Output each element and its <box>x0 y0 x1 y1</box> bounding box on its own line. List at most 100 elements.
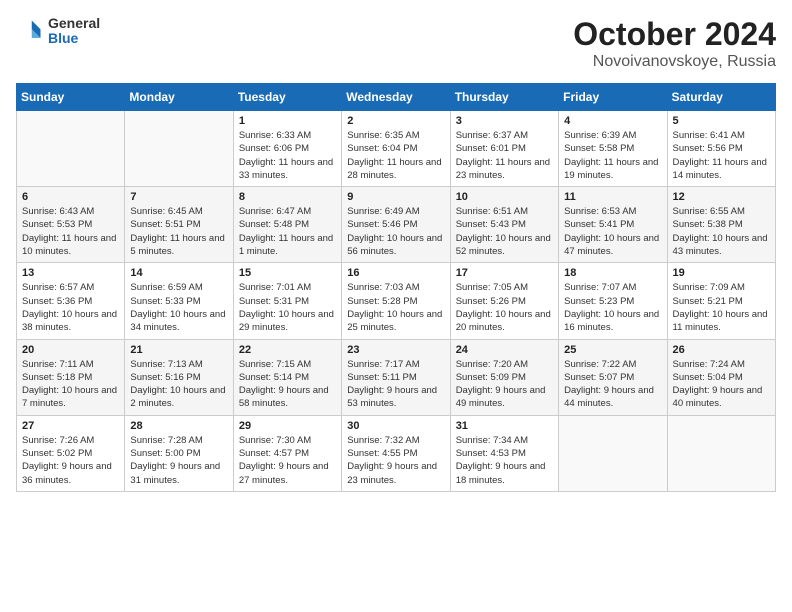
calendar-cell: 1Sunrise: 6:33 AMSunset: 6:06 PMDaylight… <box>233 111 341 187</box>
calendar-cell: 19 Sunrise: 7:09 AMSunset: 5:21 PMDayligh… <box>667 263 775 339</box>
calendar-week-row: 20 Sunrise: 7:11 AMSunset: 5:18 PMDayligh… <box>17 339 776 415</box>
calendar-week-row: 27 Sunrise: 7:26 AMSunset: 5:02 PMDayligh… <box>17 415 776 491</box>
calendar-cell: 13 Sunrise: 6:57 AMSunset: 5:36 PMDayligh… <box>17 263 125 339</box>
calendar-cell: 23 Sunrise: 7:17 AMSunset: 5:11 PMDayligh… <box>342 339 450 415</box>
day-info: Sunrise: 6:49 AMSunset: 5:46 PMDaylight:… <box>347 205 444 258</box>
day-number: 5 <box>673 115 770 127</box>
calendar-cell: 20 Sunrise: 7:11 AMSunset: 5:18 PMDayligh… <box>17 339 125 415</box>
weekday-header: Monday <box>125 84 233 111</box>
day-info: Sunrise: 7:07 AMSunset: 5:23 PMDaylight:… <box>564 281 661 334</box>
calendar-cell: 12 Sunrise: 6:55 AMSunset: 5:38 PMDayligh… <box>667 187 775 263</box>
day-info: Sunrise: 7:05 AMSunset: 5:26 PMDaylight:… <box>456 281 553 334</box>
day-number: 2 <box>347 115 444 127</box>
calendar-week-row: 13 Sunrise: 6:57 AMSunset: 5:36 PMDayligh… <box>17 263 776 339</box>
calendar-cell: 31Sunrise: 7:34 AMSunset: 4:53 PMDayligh… <box>450 415 558 491</box>
day-number: 9 <box>347 191 444 203</box>
calendar-table: SundayMondayTuesdayWednesdayThursdayFrid… <box>16 83 776 492</box>
calendar-cell <box>559 415 667 491</box>
day-number: 24 <box>456 344 553 356</box>
page-header: General Blue October 2024 Novoivanovskoy… <box>16 16 776 71</box>
calendar-cell: 14 Sunrise: 6:59 AMSunset: 5:33 PMDayligh… <box>125 263 233 339</box>
day-info: Sunrise: 6:59 AMSunset: 5:33 PMDaylight:… <box>130 281 227 334</box>
day-info: Sunrise: 6:39 AMSunset: 5:58 PMDaylight:… <box>564 129 661 182</box>
day-info: Sunrise: 7:24 AMSunset: 5:04 PMDaylight:… <box>673 358 770 411</box>
day-number: 3 <box>456 115 553 127</box>
calendar-cell: 15Sunrise: 7:01 AMSunset: 5:31 PMDayligh… <box>233 263 341 339</box>
day-number: 18 <box>564 267 661 279</box>
weekday-header: Tuesday <box>233 84 341 111</box>
day-info: Sunrise: 6:35 AMSunset: 6:04 PMDaylight:… <box>347 129 444 182</box>
calendar-cell <box>17 111 125 187</box>
calendar-week-row: 6Sunrise: 6:43 AMSunset: 5:53 PMDaylight… <box>17 187 776 263</box>
day-number: 20 <box>22 344 119 356</box>
day-number: 16 <box>347 267 444 279</box>
calendar-cell: 18 Sunrise: 7:07 AMSunset: 5:23 PMDayligh… <box>559 263 667 339</box>
calendar-cell <box>667 415 775 491</box>
calendar-week-row: 1Sunrise: 6:33 AMSunset: 6:06 PMDaylight… <box>17 111 776 187</box>
day-number: 11 <box>564 191 661 203</box>
calendar-cell: 16 Sunrise: 7:03 AMSunset: 5:28 PMDayligh… <box>342 263 450 339</box>
day-info: Sunrise: 7:32 AMSunset: 4:55 PMDaylight:… <box>347 434 444 487</box>
calendar-cell: 21 Sunrise: 7:13 AMSunset: 5:16 PMDayligh… <box>125 339 233 415</box>
day-info: Sunrise: 6:55 AMSunset: 5:38 PMDaylight:… <box>673 205 770 258</box>
calendar-cell: 22 Sunrise: 7:15 AMSunset: 5:14 PMDayligh… <box>233 339 341 415</box>
day-number: 10 <box>456 191 553 203</box>
day-number: 26 <box>673 344 770 356</box>
day-number: 29 <box>239 420 336 432</box>
day-number: 30 <box>347 420 444 432</box>
day-number: 8 <box>239 191 336 203</box>
day-info: Sunrise: 7:09 AMSunset: 5:21 PMDaylight:… <box>673 281 770 334</box>
day-number: 17 <box>456 267 553 279</box>
weekday-row: SundayMondayTuesdayWednesdayThursdayFrid… <box>17 84 776 111</box>
day-number: 14 <box>130 267 227 279</box>
calendar-cell: 9 Sunrise: 6:49 AMSunset: 5:46 PMDaylight… <box>342 187 450 263</box>
calendar-cell: 26 Sunrise: 7:24 AMSunset: 5:04 PMDayligh… <box>667 339 775 415</box>
title-block: October 2024 Novoivanovskoye, Russia <box>573 16 776 71</box>
day-number: 23 <box>347 344 444 356</box>
day-info: Sunrise: 6:41 AMSunset: 5:56 PMDaylight:… <box>673 129 770 182</box>
day-info: Sunrise: 7:03 AMSunset: 5:28 PMDaylight:… <box>347 281 444 334</box>
logo-general: General <box>48 16 100 31</box>
day-info: Sunrise: 7:11 AMSunset: 5:18 PMDaylight:… <box>22 358 119 411</box>
day-number: 4 <box>564 115 661 127</box>
location-title: Novoivanovskoye, Russia <box>573 53 776 71</box>
logo-blue: Blue <box>48 31 100 46</box>
day-number: 25 <box>564 344 661 356</box>
calendar-cell: 29 Sunrise: 7:30 AMSunset: 4:57 PMDayligh… <box>233 415 341 491</box>
day-number: 27 <box>22 420 119 432</box>
weekday-header: Wednesday <box>342 84 450 111</box>
day-info: Sunrise: 7:20 AMSunset: 5:09 PMDaylight:… <box>456 358 553 411</box>
day-number: 21 <box>130 344 227 356</box>
day-number: 13 <box>22 267 119 279</box>
day-info: Sunrise: 7:26 AMSunset: 5:02 PMDaylight:… <box>22 434 119 487</box>
day-number: 15 <box>239 267 336 279</box>
logo-icon <box>16 17 44 45</box>
calendar-header: SundayMondayTuesdayWednesdayThursdayFrid… <box>17 84 776 111</box>
day-number: 19 <box>673 267 770 279</box>
calendar-cell: 3Sunrise: 6:37 AMSunset: 6:01 PMDaylight… <box>450 111 558 187</box>
calendar-cell: 11 Sunrise: 6:53 AMSunset: 5:41 PMDayligh… <box>559 187 667 263</box>
day-info: Sunrise: 7:17 AMSunset: 5:11 PMDaylight:… <box>347 358 444 411</box>
calendar-cell: 28 Sunrise: 7:28 AMSunset: 5:00 PMDayligh… <box>125 415 233 491</box>
day-number: 1 <box>239 115 336 127</box>
day-number: 12 <box>673 191 770 203</box>
day-info: Sunrise: 7:22 AMSunset: 5:07 PMDaylight:… <box>564 358 661 411</box>
calendar-cell: 17 Sunrise: 7:05 AMSunset: 5:26 PMDayligh… <box>450 263 558 339</box>
logo: General Blue <box>16 16 100 47</box>
day-info: Sunrise: 7:15 AMSunset: 5:14 PMDaylight:… <box>239 358 336 411</box>
day-number: 7 <box>130 191 227 203</box>
calendar-cell: 4 Sunrise: 6:39 AMSunset: 5:58 PMDaylight… <box>559 111 667 187</box>
calendar-cell: 7Sunrise: 6:45 AMSunset: 5:51 PMDaylight… <box>125 187 233 263</box>
day-info: Sunrise: 6:53 AMSunset: 5:41 PMDaylight:… <box>564 205 661 258</box>
day-number: 22 <box>239 344 336 356</box>
day-info: Sunrise: 7:30 AMSunset: 4:57 PMDaylight:… <box>239 434 336 487</box>
day-number: 28 <box>130 420 227 432</box>
day-info: Sunrise: 7:13 AMSunset: 5:16 PMDaylight:… <box>130 358 227 411</box>
calendar-cell: 8 Sunrise: 6:47 AMSunset: 5:48 PMDaylight… <box>233 187 341 263</box>
day-info: Sunrise: 6:47 AMSunset: 5:48 PMDaylight:… <box>239 205 336 258</box>
calendar-cell: 27 Sunrise: 7:26 AMSunset: 5:02 PMDayligh… <box>17 415 125 491</box>
day-number: 6 <box>22 191 119 203</box>
day-info: Sunrise: 6:57 AMSunset: 5:36 PMDaylight:… <box>22 281 119 334</box>
day-info: Sunrise: 7:28 AMSunset: 5:00 PMDaylight:… <box>130 434 227 487</box>
weekday-header: Friday <box>559 84 667 111</box>
